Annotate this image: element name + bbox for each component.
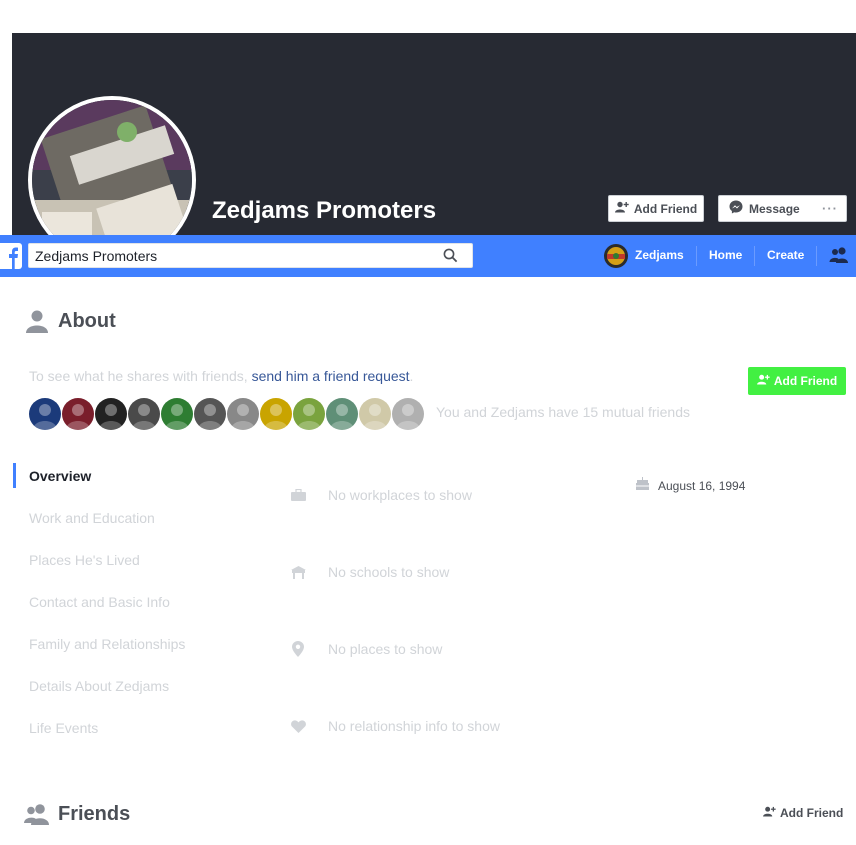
mutual-friend-avatar[interactable] bbox=[260, 398, 292, 430]
prompt-prefix: To see what he shares with friends, bbox=[29, 368, 252, 384]
sidebar-item-places-lived[interactable]: Places He's Lived bbox=[29, 552, 140, 568]
friends-icon bbox=[24, 803, 50, 830]
add-friend-icon bbox=[763, 806, 776, 820]
schools-text: No schools to show bbox=[328, 564, 450, 580]
add-friend-icon bbox=[756, 374, 770, 388]
mutual-friend-avatar[interactable] bbox=[326, 398, 358, 430]
schools-row: No schools to show bbox=[290, 564, 449, 580]
places-row: No places to show bbox=[290, 641, 442, 657]
workplaces-text: No workplaces to show bbox=[328, 487, 472, 503]
mutual-friend-avatar[interactable] bbox=[95, 398, 127, 430]
location-pin-icon bbox=[290, 641, 306, 657]
about-add-friend-button[interactable]: Add Friend bbox=[748, 367, 846, 395]
about-add-friend-label: Add Friend bbox=[773, 374, 838, 388]
birthday-cake-icon bbox=[636, 477, 649, 495]
heart-icon bbox=[290, 718, 306, 734]
about-title: About bbox=[58, 310, 116, 332]
search-value: Zedjams Promoters bbox=[35, 248, 158, 264]
school-icon bbox=[290, 564, 306, 580]
birthday-text: August 16, 1994 bbox=[658, 479, 746, 493]
mutual-friend-avatar[interactable] bbox=[392, 398, 424, 430]
nav-divider bbox=[696, 246, 697, 266]
friend-requests-icon[interactable] bbox=[829, 246, 849, 269]
mutual-friend-avatar[interactable] bbox=[161, 398, 193, 430]
sidebar-item-work-education[interactable]: Work and Education bbox=[29, 510, 155, 526]
places-text: No places to show bbox=[328, 641, 443, 657]
message-label: Message bbox=[749, 201, 800, 216]
about-icon bbox=[26, 309, 48, 338]
send-friend-request-link[interactable]: send him a friend request bbox=[252, 368, 410, 384]
messenger-icon bbox=[729, 200, 743, 217]
relationship-row: No relationship info to show bbox=[290, 718, 500, 734]
mutual-friend-avatar[interactable] bbox=[128, 398, 160, 430]
sidebar-item-details[interactable]: Details About Zedjams bbox=[29, 678, 169, 694]
cover-add-friend-label: Add Friend bbox=[633, 201, 698, 216]
mutual-friend-avatar[interactable] bbox=[29, 398, 61, 430]
birthday-row: August 16, 1994 bbox=[636, 477, 745, 495]
search-icon[interactable] bbox=[443, 248, 458, 268]
nav-divider bbox=[816, 246, 817, 266]
sidebar-item-contact-info[interactable]: Contact and Basic Info bbox=[29, 594, 170, 610]
briefcase-icon bbox=[290, 487, 306, 503]
mutual-friend-avatar[interactable] bbox=[227, 398, 259, 430]
add-friend-icon bbox=[614, 201, 629, 216]
home-link[interactable]: Home bbox=[709, 248, 742, 262]
sidebar-item-life-events[interactable]: Life Events bbox=[29, 720, 98, 736]
user-avatar[interactable] bbox=[604, 244, 628, 268]
facebook-logo-icon[interactable] bbox=[0, 243, 22, 269]
mutual-friends-text[interactable]: You and Zedjams have 15 mutual friends bbox=[436, 404, 690, 420]
mutual-friend-avatar[interactable] bbox=[194, 398, 226, 430]
mutual-friend-avatar[interactable] bbox=[359, 398, 391, 430]
search-input[interactable]: Zedjams Promoters bbox=[28, 243, 473, 268]
cover-add-friend-button[interactable]: Add Friend bbox=[608, 195, 704, 222]
mutual-friend-avatar[interactable] bbox=[293, 398, 325, 430]
sidebar-item-family-relationships[interactable]: Family and Relationships bbox=[29, 636, 185, 652]
nav-divider bbox=[754, 246, 755, 266]
top-navigation-bar: Zedjams Promoters Zedjams Home Create bbox=[0, 235, 856, 277]
prompt-suffix: . bbox=[409, 368, 414, 384]
friend-request-prompt: To see what he shares with friends, send… bbox=[29, 368, 413, 384]
mutual-friend-avatar[interactable] bbox=[62, 398, 94, 430]
profile-name: Zedjams Promoters bbox=[212, 197, 437, 224]
friends-title: Friends bbox=[58, 803, 131, 825]
user-profile-link[interactable]: Zedjams bbox=[635, 248, 684, 262]
create-link[interactable]: Create bbox=[767, 248, 804, 262]
workplaces-row: No workplaces to show bbox=[290, 487, 472, 503]
relationship-text: No relationship info to show bbox=[328, 718, 500, 734]
sidebar-item-overview[interactable]: Overview bbox=[29, 468, 91, 484]
friends-add-friend-button[interactable]: Add Friend bbox=[763, 806, 843, 820]
friends-add-friend-label: Add Friend bbox=[780, 806, 844, 820]
more-options-button[interactable]: ··· bbox=[822, 201, 838, 216]
sidebar-active-indicator bbox=[13, 463, 16, 488]
message-button[interactable]: Message ··· bbox=[718, 195, 847, 222]
